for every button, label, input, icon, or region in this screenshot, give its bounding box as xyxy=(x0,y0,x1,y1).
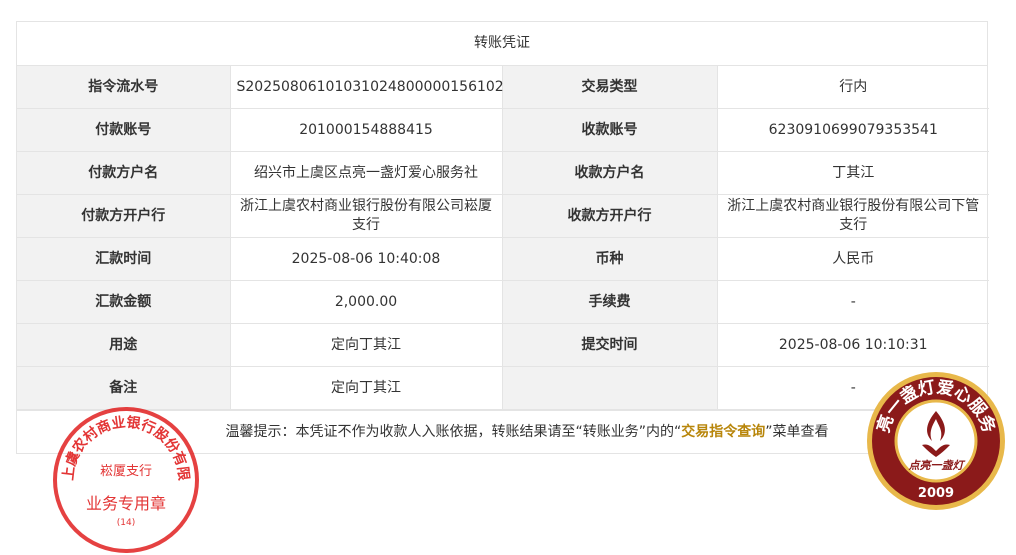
value-payer-name: 绍兴市上虞区点亮一盏灯爱心服务社 xyxy=(229,151,503,195)
value-payer-bank: 浙江上虞农村商业银行股份有限公司崧厦支行 xyxy=(229,194,503,238)
label-trade-type: 交易类型 xyxy=(501,66,718,109)
value-fee: - xyxy=(716,280,989,324)
table-row: 用途 定向丁其江 提交时间 2025-08-06 10:10:31 xyxy=(17,323,989,367)
seal-code-text: (14) xyxy=(117,518,135,528)
voucher-table: 指令流水号 S20250806101031024800000156102 交易类… xyxy=(17,66,989,410)
label-remark: 备注 xyxy=(17,366,231,410)
value-payee-bank: 浙江上虞农村商业银行股份有限公司下管支行 xyxy=(716,194,989,238)
label-payer-bank: 付款方开户行 xyxy=(17,194,231,238)
value-currency: 人民币 xyxy=(716,237,989,281)
value-order-no: S20250806101031024800000156102 xyxy=(229,66,504,109)
seal-purpose-text: 业务专用章 xyxy=(86,494,166,513)
table-row: 汇款金额 2,000.00 手续费 - xyxy=(17,280,989,324)
label-submit-time: 提交时间 xyxy=(501,323,718,367)
transfer-voucher: 转账凭证 指令流水号 S2025080610103102480000015610… xyxy=(16,21,989,454)
charity-logo-seal: 点亮一盏灯爱心服务社 点亮一盏灯 2009 xyxy=(866,371,1005,510)
label-purpose: 用途 xyxy=(17,323,231,367)
table-row: 指令流水号 S20250806101031024800000156102 交易类… xyxy=(17,66,989,109)
value-remit-time: 2025-08-06 10:40:08 xyxy=(229,237,503,281)
tip-suffix: ”菜单查看 xyxy=(765,424,829,440)
label-currency: 币种 xyxy=(501,237,718,281)
label-fee: 手续费 xyxy=(501,280,718,324)
value-payee-account: 6230910699079353541 xyxy=(716,108,989,152)
table-row: 汇款时间 2025-08-06 10:40:08 币种 人民币 xyxy=(17,237,989,281)
value-payee-name: 丁其江 xyxy=(716,151,989,195)
table-row: 备注 定向丁其江 - xyxy=(17,366,989,410)
label-payee-bank: 收款方开户行 xyxy=(501,194,718,238)
table-row: 付款账号 201000154888415 收款账号 62309106990793… xyxy=(17,108,989,152)
voucher-title: 转账凭证 xyxy=(17,22,987,66)
label-payer-account: 付款账号 xyxy=(17,108,231,152)
value-remark: 定向丁其江 xyxy=(229,366,503,410)
label-payer-name: 付款方户名 xyxy=(17,151,231,195)
label-payee-account: 收款账号 xyxy=(501,108,718,152)
value-payer-account: 201000154888415 xyxy=(229,108,503,152)
table-row: 付款方开户行 浙江上虞农村商业银行股份有限公司崧厦支行 收款方开户行 浙江上虞农… xyxy=(17,194,989,238)
logo-year-text: 2009 xyxy=(918,486,954,501)
label-order-no: 指令流水号 xyxy=(17,66,231,109)
seal-branch-text: 崧厦支行 xyxy=(100,464,152,479)
logo-signature-text: 点亮一盏灯 xyxy=(908,459,966,472)
value-submit-time: 2025-08-06 10:10:31 xyxy=(716,323,989,367)
value-trade-type: 行内 xyxy=(716,66,989,109)
label-payee-name: 收款方户名 xyxy=(501,151,718,195)
tip-prefix: 温馨提示：本凭证不作为收款人入账依据，转账结果请至“转账业务”内的“ xyxy=(225,424,682,440)
value-amount: 2,000.00 xyxy=(229,280,503,324)
label-remit-time: 汇款时间 xyxy=(17,237,231,281)
label-amount: 汇款金额 xyxy=(17,280,231,324)
tip-link-query[interactable]: 交易指令查询 xyxy=(681,424,765,440)
bank-seal-stamp: 浙江上虞农村商业银行股份有限公司 崧厦支行 业务专用章 (14) xyxy=(51,405,199,553)
label-empty xyxy=(501,366,718,410)
value-purpose: 定向丁其江 xyxy=(229,323,503,367)
table-row: 付款方户名 绍兴市上虞区点亮一盏灯爱心服务社 收款方户名 丁其江 xyxy=(17,151,989,195)
